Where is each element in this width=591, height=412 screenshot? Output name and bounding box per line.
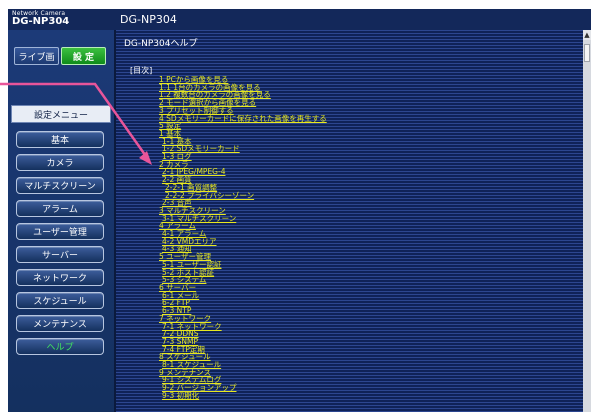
toc-link[interactable]: 1 基本: [159, 130, 556, 138]
menu-server-button[interactable]: サーバー: [16, 246, 104, 263]
toc-link[interactable]: 5-3 システム: [162, 276, 556, 284]
toc-link[interactable]: 7-3 SNMP: [162, 338, 556, 346]
brand-model: DG-NP304: [12, 16, 70, 27]
mode-switch: ライブ画 設 定: [14, 47, 106, 65]
toc-link[interactable]: 6-3 NTP: [162, 307, 556, 315]
sidebar: ライブ画 設 定 設定メニュー 基本 カメラ マルチスクリーン アラーム ユーザ…: [8, 30, 114, 412]
live-view-button[interactable]: ライブ画: [14, 47, 59, 65]
toc-link[interactable]: 2-2-2 プライバシーゾーン: [165, 191, 556, 200]
settings-menu-title: 設定メニュー: [11, 105, 111, 123]
menu-multiscreen-button[interactable]: マルチスクリーン: [16, 177, 104, 194]
toc-link[interactable]: 1-3 ログ: [162, 153, 556, 161]
toc-link[interactable]: 5-2 ホスト認証: [162, 268, 556, 277]
toc-link[interactable]: 7-4 FTP定期: [162, 345, 556, 354]
toc-link[interactable]: 1-2 SDメモリーカード: [162, 145, 556, 153]
toc-link[interactable]: 4 SDメモリーカードに保存された画像を再生する: [159, 114, 556, 123]
toc-link[interactable]: 7-1 ネットワーク: [162, 322, 556, 331]
menu-network-button[interactable]: ネットワーク: [16, 269, 104, 286]
toc-link[interactable]: 3-1 マルチスクリーン: [162, 214, 556, 223]
toc-link[interactable]: 4-1 アラーム: [162, 230, 556, 238]
page-title: DG-NP304: [120, 13, 177, 26]
toc-link[interactable]: 7-2 DDNS: [162, 330, 556, 338]
setup-button[interactable]: 設 定: [61, 47, 106, 65]
toc-link[interactable]: 4-2 VMDエリア: [162, 238, 556, 246]
camera-web-ui: Network Camera DG-NP304 DG-NP304 ライブ画 設 …: [8, 9, 591, 412]
brand-logo: Network Camera DG-NP304: [12, 10, 110, 29]
menu-alarm-button[interactable]: アラーム: [16, 200, 104, 217]
menu-camera-button[interactable]: カメラ: [16, 154, 104, 171]
scroll-thumb[interactable]: [584, 44, 590, 62]
help-content: DG-NP304ヘルプ [目次] 1 PCから画像を見る 1.1 1台のカメラの画…: [116, 30, 583, 412]
help-title: DG-NP304ヘルプ: [124, 39, 198, 49]
toc-link[interactable]: 6-1 メール: [162, 291, 556, 300]
toc-link[interactable]: 9-3 初期化: [162, 392, 556, 400]
toc-link[interactable]: 6 サーバー: [159, 284, 556, 292]
toc-link[interactable]: 4-3 通知: [162, 245, 556, 253]
toc-link[interactable]: 9-2 バージョンアップ: [162, 384, 556, 392]
menu-basic-button[interactable]: 基本: [16, 131, 104, 148]
menu-help-button[interactable]: ヘルプ: [16, 338, 104, 355]
toc-list: 1 PCから画像を見る 1.1 1台のカメラの画像を見る 1.2 複数台のカメラの画…: [156, 76, 556, 400]
settings-menu: 基本 カメラ マルチスクリーン アラーム ユーザー管理 サーバー ネットワーク …: [16, 131, 104, 361]
scroll-up-arrow-icon[interactable]: ▲: [583, 30, 591, 40]
header-bar: Network Camera DG-NP304 DG-NP304: [8, 9, 591, 30]
menu-user-management-button[interactable]: ユーザー管理: [16, 223, 104, 240]
toc-heading: [目次]: [130, 66, 153, 75]
toc-link[interactable]: 5-1 ユーザー認証: [162, 261, 556, 269]
menu-maintenance-button[interactable]: メンテナンス: [16, 315, 104, 332]
toc-link[interactable]: 6-2 FTP: [162, 299, 556, 307]
menu-schedule-button[interactable]: スケジュール: [16, 292, 104, 309]
toc-link[interactable]: 5 設定: [159, 122, 556, 130]
content-scrollbar[interactable]: ▲: [583, 30, 591, 412]
toc-link[interactable]: 2-1 JPEG/MPEG-4: [162, 168, 556, 176]
toc-link[interactable]: 2-2 画質: [162, 176, 556, 184]
toc-link[interactable]: 4 アラーム: [159, 222, 556, 230]
toc-link[interactable]: 8-1 スケジュール: [162, 361, 556, 369]
